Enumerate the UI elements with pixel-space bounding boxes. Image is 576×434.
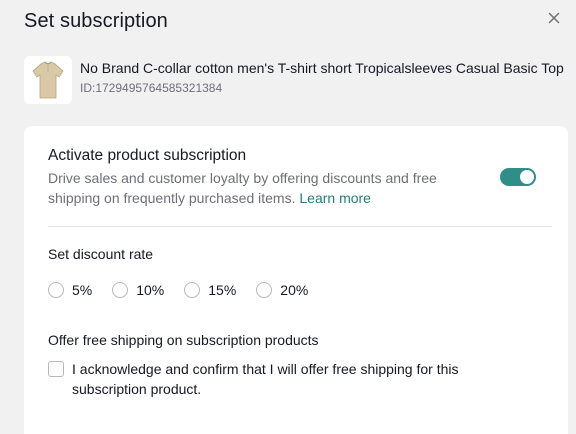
product-info: No Brand C-collar cotton men's T-shirt s…	[24, 56, 564, 104]
discount-rate-label: Set discount rate	[48, 246, 154, 262]
radio-icon	[184, 282, 201, 298]
radio-label: 5%	[72, 282, 93, 298]
product-name: No Brand C-collar cotton men's T-shirt s…	[80, 60, 564, 76]
radio-label: 10%	[136, 282, 165, 298]
radio-icon	[256, 282, 273, 298]
acknowledge-checkbox[interactable]	[48, 361, 64, 377]
discount-option-15[interactable]: 15%	[184, 282, 236, 298]
learn-more-link[interactable]: Learn more	[299, 190, 371, 206]
radio-icon	[112, 282, 129, 298]
toggle-knob	[520, 170, 534, 184]
subscription-card: Activate product subscription Drive sale…	[24, 126, 568, 434]
discount-option-5[interactable]: 5%	[48, 282, 92, 298]
radio-label: 20%	[280, 282, 309, 298]
acknowledge-text: I acknowledge and confirm that I will of…	[72, 361, 459, 397]
radio-label: 15%	[208, 282, 237, 298]
discount-option-20[interactable]: 20%	[256, 282, 308, 298]
subscription-title: Activate product subscription	[48, 147, 247, 164]
modal-title: Set subscription	[24, 10, 168, 32]
close-button[interactable]	[546, 10, 562, 26]
subscription-description: Drive sales and customer loyalty by offe…	[48, 168, 478, 208]
subscription-description-text: Drive sales and customer loyalty by offe…	[48, 170, 437, 206]
divider	[48, 226, 552, 227]
radio-icon	[48, 282, 64, 298]
tshirt-image	[24, 56, 72, 104]
free-shipping-acknowledge[interactable]: I acknowledge and confirm that I will of…	[48, 359, 528, 399]
subscription-toggle[interactable]	[500, 168, 536, 186]
close-icon	[548, 12, 560, 24]
product-thumbnail	[24, 56, 72, 104]
free-shipping-label: Offer free shipping on subscription prod…	[48, 332, 319, 348]
discount-option-10[interactable]: 10%	[112, 282, 164, 298]
product-id: ID:1729495764585321384	[80, 81, 223, 95]
discount-rate-options: 5% 10% 15% 20%	[48, 281, 328, 299]
